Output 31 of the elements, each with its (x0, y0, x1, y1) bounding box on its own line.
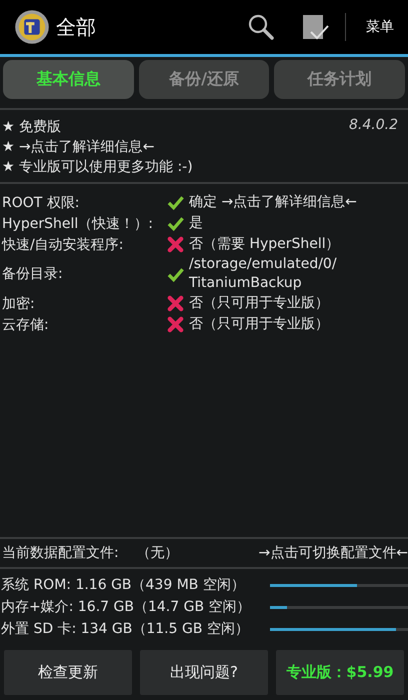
profile-label: 当前数据配置文件: (2, 544, 119, 562)
status-label: ROOT 权限: (2, 194, 80, 212)
buy-pro-button[interactable]: 专业版：$5.99 (276, 650, 404, 695)
profile-switch-link[interactable]: →点击可切换配置文件← (258, 544, 408, 562)
info-line[interactable]: ★ →点击了解详细信息← (2, 137, 350, 157)
checklist-icon[interactable] (301, 13, 329, 41)
storage-usage-text: 内存+媒介: 16.7 GB（14.7 GB 空闲） (1, 598, 252, 616)
screen-title: 全部 (56, 14, 96, 40)
status-value: 否（需要 HyperShell） (189, 235, 340, 254)
tab[interactable]: 基本信息 (3, 60, 134, 99)
info-line[interactable]: ★ 专业版可以使用更多功能 :-) (2, 157, 350, 177)
status-value: 确定 →点击了解详细信息← (189, 193, 357, 212)
status-label: 云存储: (2, 316, 50, 334)
status-value: 否（只可用于专业版） (189, 315, 329, 334)
status-value: 是 (189, 214, 203, 233)
profile-value: （无） (136, 544, 180, 562)
status-value: 否（只可用于专业版） (189, 294, 329, 313)
action-button[interactable]: 出现问题? (140, 650, 268, 695)
app-logo-icon[interactable] (14, 9, 50, 45)
menu-button[interactable]: 菜单 (362, 18, 398, 36)
status-label: 快速/自动安装程序: (2, 236, 124, 254)
info-line[interactable]: ★ 免费版 (2, 117, 350, 137)
search-icon[interactable] (247, 13, 275, 41)
status-label: 加密: (2, 294, 36, 312)
storage-usage-text: 系统 ROM: 1.16 GB（439 MB 空闲） (1, 576, 246, 594)
status-label: HyperShell（快速！）: (2, 214, 154, 232)
status-label: 备份目录: (2, 265, 64, 283)
action-button[interactable]: 检查更新 (4, 650, 132, 695)
version-number: 8.4.0.2 (349, 117, 398, 135)
status-value: /storage/emulated/0/ TitaniumBackup (189, 255, 337, 293)
storage-usage-text: 外置 SD 卡: 134 GB（11.5 GB 空闲） (1, 620, 250, 638)
